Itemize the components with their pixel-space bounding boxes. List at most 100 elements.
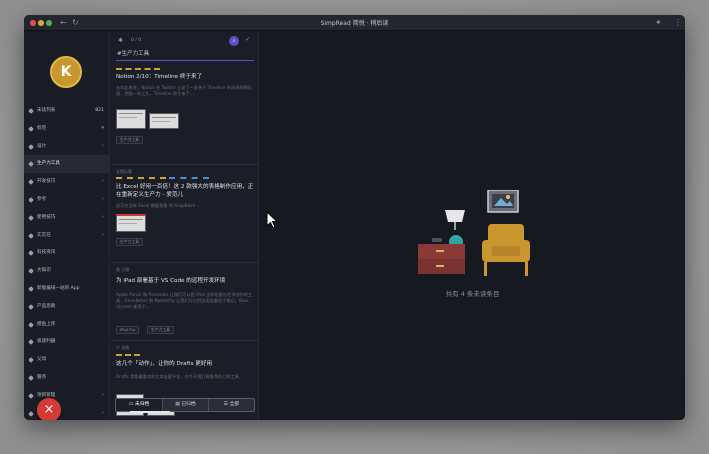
chevron-right-icon: › xyxy=(102,178,104,185)
filter-input[interactable]: #生产力工具 xyxy=(116,49,254,61)
sidebar-item-label: 摸鱼上岸 xyxy=(37,321,56,327)
article-meta: 长图标题 xyxy=(116,169,132,174)
sidebar-item-label: 实实在 xyxy=(37,232,51,238)
sidebar-item-tips[interactable]: 使用技巧 › xyxy=(24,209,110,227)
article-title: 比 Excel 好用一百倍！这 2 款强大的表格制作应用，正在重新定义生产力 -… xyxy=(116,184,254,198)
chevron-right-icon: › xyxy=(102,142,104,149)
empty-room-illustration xyxy=(418,190,530,276)
sidebar-item-product[interactable]: 产品思路 xyxy=(24,298,110,316)
sidebar-item-slacking[interactable]: 摸鱼上岸 xyxy=(24,316,110,334)
sidebar-item-label: 新能编排一站的 App xyxy=(37,285,80,291)
sidebar-item-pm[interactable]: 项目管理 › xyxy=(24,387,110,405)
sidebar-item-label: 极速利器 xyxy=(37,339,56,345)
article-thumbnail xyxy=(116,214,146,232)
list-item[interactable]: 备 只跟 为 iPad 部署基于 VS Code 的远程开发环境 Apple P… xyxy=(111,264,258,341)
window-title: SimpRead 简悦 · 稍后读 xyxy=(320,20,389,27)
sidebar-item-productivity[interactable]: 生产力工具 xyxy=(24,155,110,174)
sidebar-item-services[interactable]: 服务 xyxy=(24,369,110,387)
tag-icon xyxy=(28,410,34,417)
list-item[interactable]: 长图标题 比 Excel 好用一百倍！这 2 款强大的表格制作应用，正在重新定义… xyxy=(111,166,258,263)
avatar[interactable]: K xyxy=(50,56,82,88)
main-content: 共有 4 条未读条目 xyxy=(260,32,685,420)
sidebar-item-parents[interactable]: 父母 xyxy=(24,351,110,369)
inbox-icon xyxy=(28,108,34,114)
article-title: 为 iPad 部署基于 VS Code 的远程开发环境 xyxy=(116,278,226,284)
sidebar-item-tools[interactable]: 极速利器 xyxy=(24,333,110,351)
tab-label: 已归档 xyxy=(181,402,196,407)
bottom-tab-bar: ▭ 未归档 ▤ 已归档 ☰ 全部 xyxy=(115,398,255,413)
tag-chip[interactable]: 生产力工具 xyxy=(116,136,143,144)
highlight-dash xyxy=(116,354,140,356)
sidebar-item-apps[interactable]: 新能编排一站的 App xyxy=(24,280,110,298)
page-counter: 0 / 0 xyxy=(131,38,142,43)
tag-icon xyxy=(28,197,34,203)
article-meta: 少 选路 xyxy=(116,345,130,350)
sidebar-item-tech-news[interactable]: 科技资讯 xyxy=(24,244,110,262)
title-bar: ← ↻ SimpRead 简悦 · 稍后读 ✦ ⋮ xyxy=(24,15,685,31)
tag-icon xyxy=(28,303,34,310)
tag-chip[interactable]: 生产力工具 xyxy=(147,326,174,334)
sidebar-item-label: 服务 xyxy=(37,374,47,380)
article-desc: Drafts 是我最喜欢的文本处理平台，在今天我们再推荐的几款工具… xyxy=(116,374,244,379)
mouse-cursor-icon xyxy=(266,211,278,229)
article-meta: 备 只跟 xyxy=(116,267,130,272)
list-header: ✱ 0 / 0 ⌕ ✓ #生产力工具 xyxy=(111,32,258,62)
tag-icon xyxy=(28,268,34,275)
check-icon[interactable]: ✓ xyxy=(245,36,250,43)
tag-icon xyxy=(28,357,34,363)
tag-chip[interactable]: iPad Pro xyxy=(116,326,140,334)
sidebar-item-label: 父母 xyxy=(37,357,47,363)
tab-all[interactable]: ☰ 全部 xyxy=(209,399,254,411)
sidebar-item-label: 生产力工具 xyxy=(37,161,60,167)
article-thumbnail xyxy=(149,113,179,129)
list-item[interactable]: Notion 2/10：Timeline 终于来了 去年此来冬，Notion 在… xyxy=(111,65,258,165)
app-window: ← ↻ SimpRead 简悦 · 稍后读 ✦ ⋮ K 未读列表 821 标签 ▾ … xyxy=(24,15,685,420)
article-title: Notion 2/10：Timeline 终于来了 xyxy=(116,74,203,80)
tag-icon xyxy=(28,232,34,239)
star-icon[interactable]: ✱ xyxy=(118,37,123,44)
sidebar-nav: 未读列表 821 标签 ▾ 设计 › 生产力工具 开发技巧 › 参考 › 使用技巧 › 实实… xyxy=(24,102,110,420)
search-icon[interactable]: ⌕ xyxy=(229,36,239,46)
tag-icon xyxy=(28,321,34,328)
chevron-right-icon: › xyxy=(102,391,104,398)
extension-icon[interactable]: ✦ xyxy=(655,17,662,29)
sidebar-item-unread[interactable]: 未读列表 821 xyxy=(24,102,110,120)
article-list: ✱ 0 / 0 ⌕ ✓ #生产力工具 Notion 2/10：Timeline … xyxy=(111,32,259,420)
chevron-right-icon: › xyxy=(102,409,104,416)
chevron-right-icon: › xyxy=(102,213,104,220)
sidebar-item-label: 产品思路 xyxy=(37,303,56,309)
sidebar-item-label: 参考 xyxy=(37,196,47,202)
sidebar-item-practical[interactable]: 实实在 › xyxy=(24,227,110,245)
sidebar-item-label: 未读列表 xyxy=(37,108,56,113)
chevron-right-icon: › xyxy=(102,231,104,238)
tag-icon xyxy=(28,125,34,132)
tag-chip[interactable]: 生产力工具 xyxy=(116,238,143,246)
more-menu-icon[interactable]: ⋮ xyxy=(674,17,682,29)
sidebar-item-reference[interactable]: 参考 › xyxy=(24,191,110,209)
article-title: 这几个「动作」，让你的 Drafts 更好用 xyxy=(116,361,213,367)
sidebar-item-knowledge[interactable]: 大知识 xyxy=(24,262,110,280)
highlight-dash xyxy=(169,177,209,179)
sidebar-item-label: 大知识 xyxy=(37,268,51,274)
article-thumbnail xyxy=(116,109,146,129)
tab-label: 全部 xyxy=(229,402,240,407)
tag-icon xyxy=(28,286,34,292)
article-desc: 这天在没有 Excel 数据表格 和 SnapBash … xyxy=(116,203,201,208)
sidebar-item-label: 标签 xyxy=(37,125,47,131)
tag-icon xyxy=(28,161,34,168)
tab-archived[interactable]: ▤ 已归档 xyxy=(163,399,209,411)
highlight-dash xyxy=(116,68,160,70)
tag-icon xyxy=(28,250,34,257)
sidebar-item-label: 项目管理 xyxy=(37,392,56,398)
sidebar: K 未读列表 821 标签 ▾ 设计 › 生产力工具 开发技巧 › 参考 › 使用技巧 › … xyxy=(24,32,110,420)
article-desc: 去年此来冬，Notion 在 Twitter 上发了一条关于 Timeline … xyxy=(116,85,252,96)
sidebar-item-tags[interactable]: 标签 ▾ xyxy=(24,120,110,138)
sidebar-item-label: 使用技巧 xyxy=(37,214,56,220)
tab-unarchived[interactable]: ▭ 未归档 xyxy=(116,399,163,411)
chevron-right-icon: › xyxy=(102,195,104,202)
close-fab-button[interactable]: × xyxy=(37,398,61,420)
sidebar-item-design[interactable]: 设计 › xyxy=(24,138,110,156)
sidebar-item-dev[interactable]: 开发技巧 › xyxy=(24,173,110,191)
tag-icon xyxy=(28,214,34,221)
unread-count: 821 xyxy=(95,108,104,113)
